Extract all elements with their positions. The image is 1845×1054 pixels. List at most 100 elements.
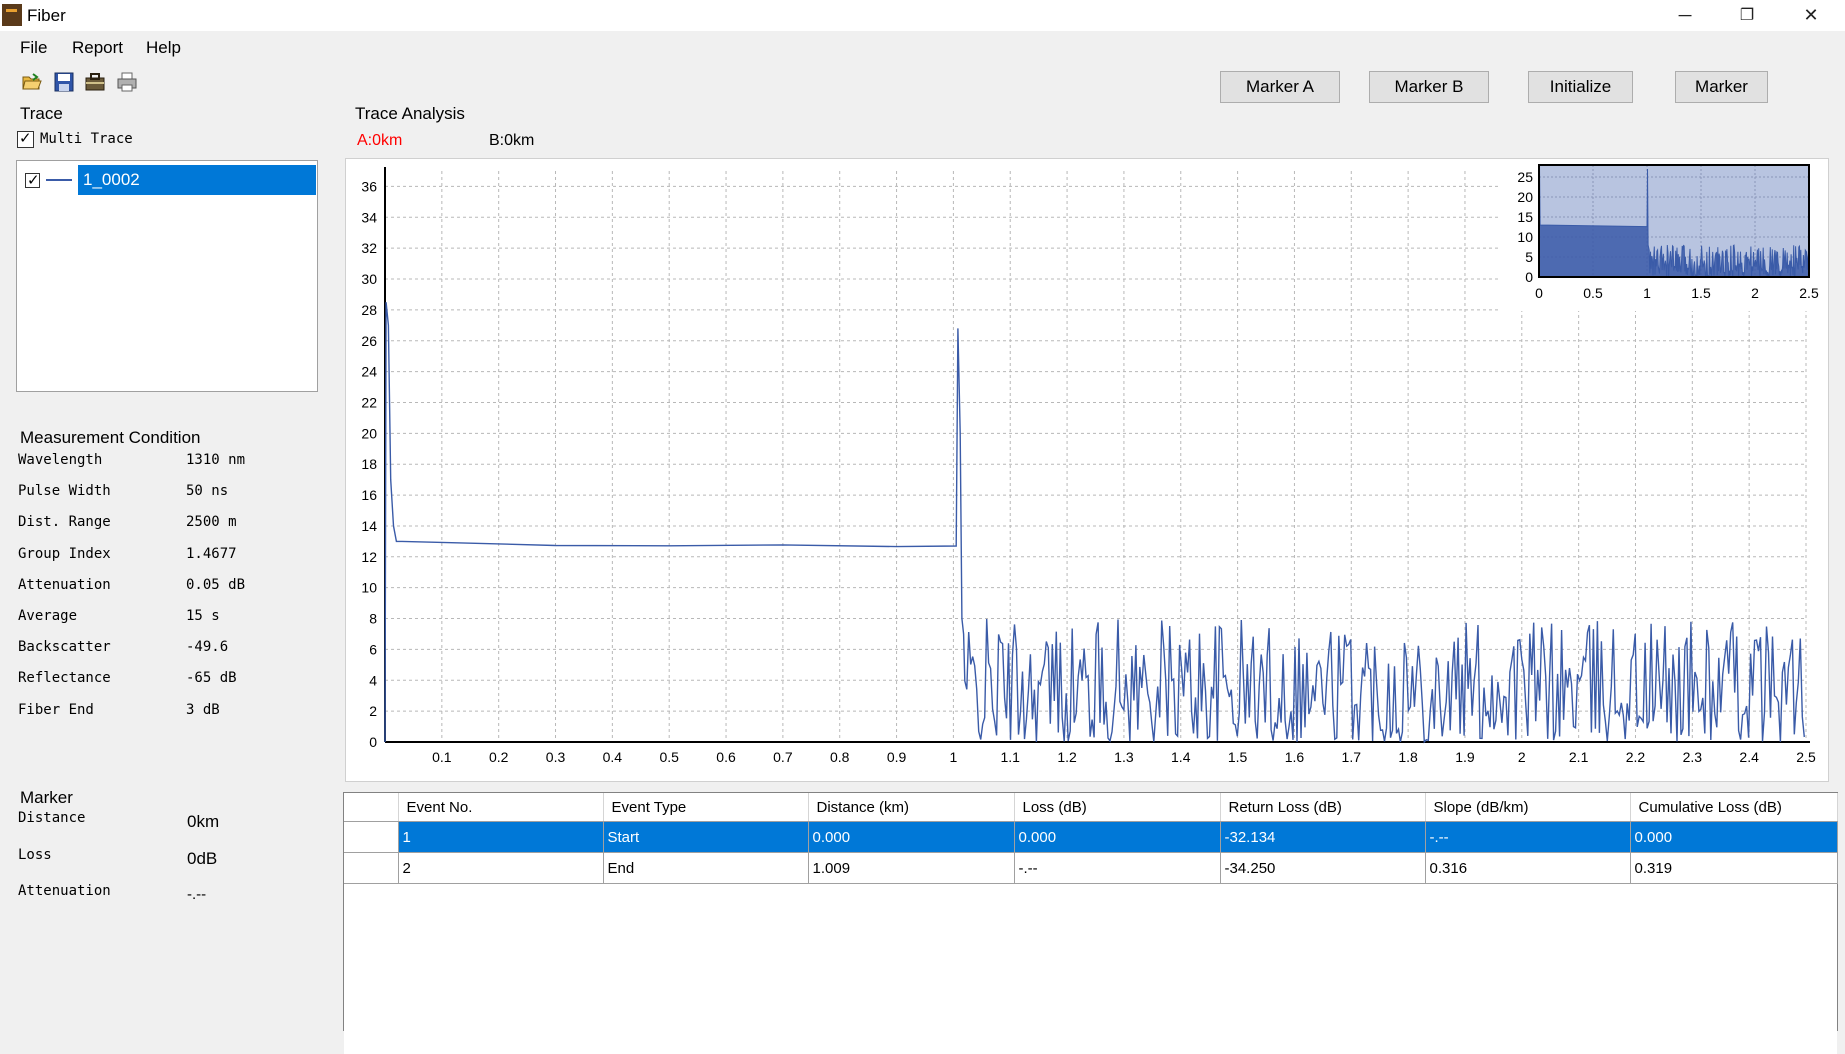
initialize-button[interactable]: Initialize (1528, 71, 1633, 103)
overview-y-tick-label: 0 (1525, 269, 1533, 285)
table-cell[interactable]: Start (603, 821, 809, 853)
trace-list[interactable]: 1_0002 (16, 160, 318, 392)
table-cell[interactable]: End (603, 852, 809, 884)
y-tick-label: 18 (361, 456, 377, 472)
table-cell[interactable]: -.-- (1425, 821, 1631, 853)
overview-y-tick-label: 20 (1517, 189, 1533, 205)
multi-trace-label: Multi Trace (40, 131, 133, 147)
overview-chart[interactable]: 0 0.5 1 1.5 2 2.5 0 5 10 15 20 25 (1501, 161, 1824, 311)
trace-list-item[interactable]: 1_0002 (21, 165, 316, 195)
row-indicator[interactable]: ▶ (344, 821, 399, 853)
trace-caption: Trace (20, 104, 63, 123)
y-tick-label: 36 (361, 178, 377, 194)
table-cell[interactable]: -32.134 (1220, 821, 1426, 853)
measurement-value: -65 dB (186, 670, 237, 687)
measurement-value: 0.05 dB (186, 576, 246, 593)
trace-line-swatch (46, 179, 72, 181)
y-tick-label: 16 (361, 487, 377, 503)
trace-series-line (384, 302, 1805, 744)
table-cell[interactable]: 0.316 (1425, 852, 1631, 884)
open-folder-icon[interactable] (21, 71, 43, 93)
event-table[interactable]: Event No. Event Type Distance (km) Loss (dB… (343, 792, 1838, 1054)
table-cell[interactable]: -.-- (1014, 852, 1221, 884)
menu-help[interactable]: Help (146, 38, 181, 58)
menu-report[interactable]: Report (72, 38, 123, 58)
column-header[interactable]: Event No. (398, 793, 604, 822)
marker-button[interactable]: Marker (1675, 71, 1768, 103)
x-tick-label: 1.4 (1171, 749, 1191, 765)
trace-chart-frame[interactable]: 0.1 0.2 0.3 0.4 0.5 0.6 0.7 0.8 0.9 1 1.1 1.2 1.3 1.4… (345, 158, 1829, 782)
row-indicator[interactable] (344, 852, 399, 884)
x-tick-label: 1.6 (1285, 749, 1305, 765)
column-header[interactable]: Event Type (603, 793, 809, 822)
x-tick-label: 1 (950, 749, 958, 765)
measurement-label: Fiber End (18, 701, 94, 718)
column-header[interactable]: Return Loss (dB) (1220, 793, 1426, 822)
measurement-label: Pulse Width (18, 483, 111, 500)
column-header[interactable]: Cumulative Loss (dB) (1630, 793, 1838, 822)
measurement-value: 50 ns (186, 483, 229, 500)
y-tick-label: 14 (361, 518, 377, 534)
measurement-value: 2500 m (186, 514, 237, 531)
x-tick-label: 2.5 (1796, 749, 1816, 765)
trace-item-checkbox[interactable] (25, 171, 40, 189)
briefcase-icon[interactable] (84, 71, 106, 93)
column-header[interactable]: Loss (dB) (1014, 793, 1221, 822)
measurement-label: Attenuation (18, 576, 111, 593)
measurement-label: Group Index (18, 545, 111, 562)
marker-distance-label: Distance (18, 810, 86, 826)
overview-y-tick-label: 10 (1517, 229, 1533, 245)
table-cell[interactable]: -34.250 (1220, 852, 1426, 884)
y-tick-label: 26 (361, 333, 377, 349)
measurement-value: 1.4677 (186, 545, 237, 562)
overview-x-tick-label: 1 (1643, 285, 1651, 301)
x-tick-label: 0.7 (773, 749, 793, 765)
table-cell[interactable]: 1.009 (808, 852, 1015, 884)
menu-file[interactable]: File (20, 38, 47, 58)
column-header[interactable]: Distance (km) (808, 793, 1015, 822)
y-tick-label: 0 (369, 734, 377, 750)
row-header-corner (344, 793, 399, 822)
marker-attenuation-value: -.-- (187, 886, 207, 903)
fiber-app-icon (2, 4, 22, 26)
x-tick-label: 1.2 (1057, 749, 1077, 765)
y-tick-label: 28 (361, 302, 377, 318)
overview-x-tick-label: 0 (1535, 285, 1543, 301)
marker-loss-label: Loss (18, 847, 52, 863)
table-cell[interactable]: 0.000 (808, 821, 1015, 853)
table-cell[interactable]: 1 (398, 821, 604, 853)
marker-a-button[interactable]: Marker A (1220, 71, 1340, 103)
measurement-value: 15 s (186, 608, 220, 624)
multi-trace-checkbox[interactable] (17, 129, 34, 148)
table-row[interactable]: 2 End 1.009 -.-- -34.250 0.316 0.319 (344, 852, 1838, 884)
marker-caption: Marker (20, 788, 73, 807)
measurement-label: Dist. Range (18, 514, 111, 531)
table-cell[interactable]: 0.319 (1630, 852, 1838, 884)
x-tick-label: 1.7 (1342, 749, 1362, 765)
table-cell[interactable]: 2 (398, 852, 604, 884)
x-tick-label: 2 (1518, 749, 1526, 765)
restore-button[interactable]: ❐ (1716, 0, 1778, 31)
save-disk-icon[interactable] (53, 71, 75, 93)
table-row[interactable]: ▶ 1 Start 0.000 0.000 -32.134 -.-- 0.000 (344, 821, 1838, 853)
x-tick-label: 0.5 (659, 749, 679, 765)
marker-distance-value: 0km (187, 812, 220, 831)
y-tick-label: 24 (361, 364, 377, 380)
marker-b-button[interactable]: Marker B (1369, 71, 1489, 103)
close-button[interactable]: ✕ (1780, 0, 1842, 31)
minimize-button[interactable]: ─ (1654, 0, 1716, 31)
x-tick-label: 1.5 (1228, 749, 1248, 765)
y-tick-label: 32 (361, 240, 377, 256)
x-tick-label: 2.3 (1683, 749, 1703, 765)
overview-x-tick-label: 2 (1751, 285, 1759, 301)
measurement-label: Backscatter (18, 639, 111, 656)
x-tick-label: 0.2 (489, 749, 509, 765)
column-header[interactable]: Slope (dB/km) (1425, 793, 1631, 822)
y-tick-label: 22 (361, 394, 377, 410)
table-cell[interactable]: 0.000 (1014, 821, 1221, 853)
print-icon[interactable] (116, 71, 138, 93)
table-cell[interactable]: 0.000 (1630, 821, 1838, 853)
x-tick-label: 1.9 (1455, 749, 1475, 765)
x-tick-label: 0.9 (887, 749, 907, 765)
y-tick-label: 6 (369, 641, 377, 657)
